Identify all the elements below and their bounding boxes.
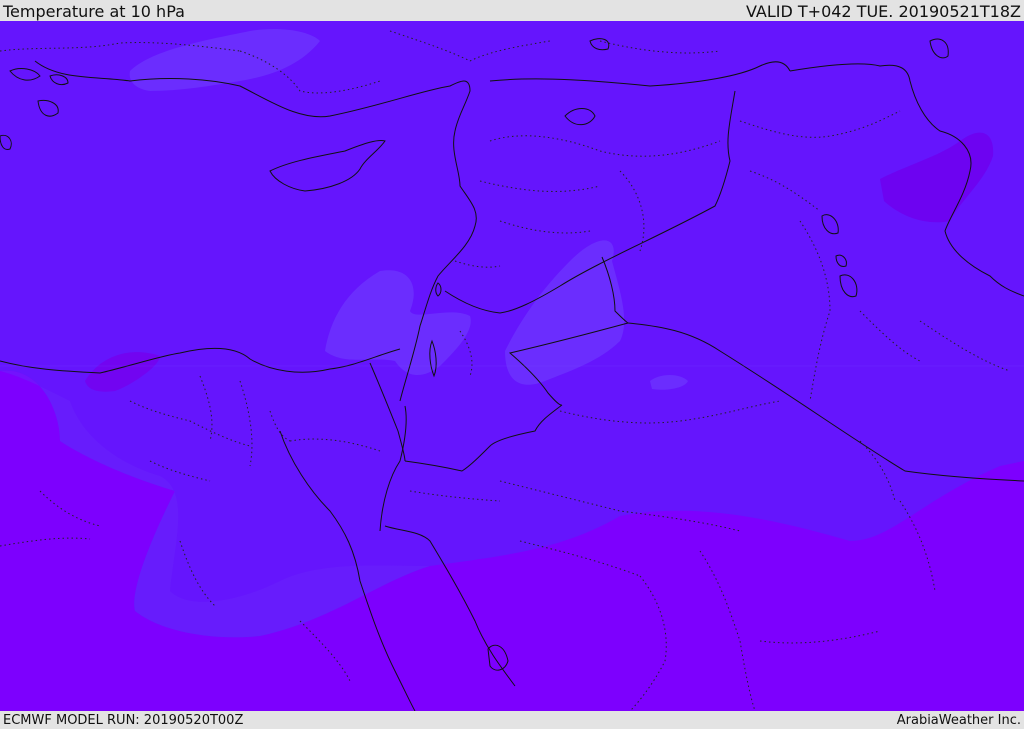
model-run-label: ECMWF MODEL RUN: 20190520T00Z (3, 713, 244, 728)
credit-label: ArabiaWeather Inc. (896, 713, 1021, 728)
map-canvas[interactable] (0, 21, 1024, 711)
map-header: Temperature at 10 hPa VALID T+042 TUE. 2… (0, 0, 1024, 21)
map-footer: ECMWF MODEL RUN: 20190520T00Z ArabiaWeat… (0, 711, 1024, 729)
map-title: Temperature at 10 hPa (3, 2, 185, 21)
temperature-map (0, 21, 1024, 711)
valid-time: VALID T+042 TUE. 20190521T18Z (745, 2, 1021, 21)
